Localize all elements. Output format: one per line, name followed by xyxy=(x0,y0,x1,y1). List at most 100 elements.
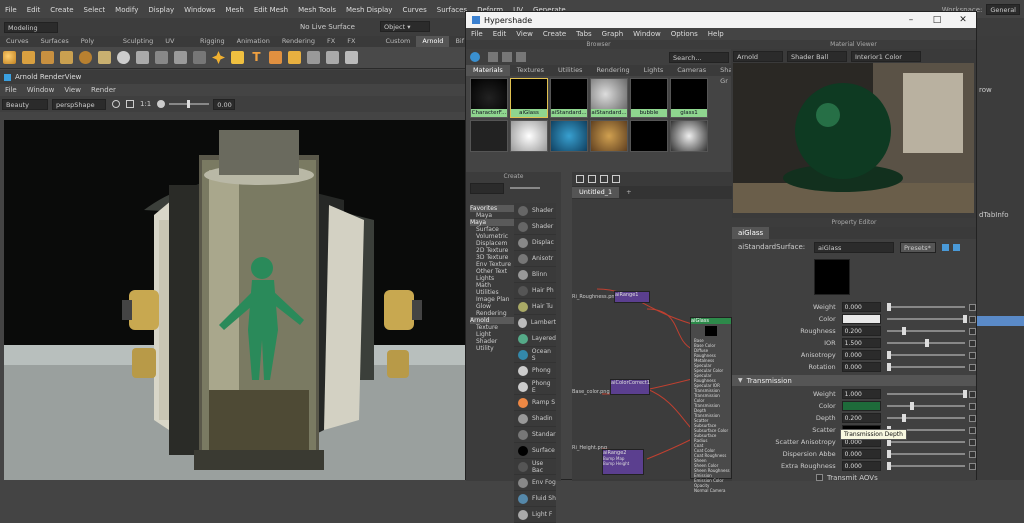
node-port[interactable]: Transmission Depth xyxy=(691,403,731,413)
attr-map-button[interactable] xyxy=(969,414,976,422)
create-tree-item[interactable]: Maya xyxy=(470,212,514,219)
menu-item[interactable]: Mesh Display xyxy=(341,6,397,14)
tab-untitled-1[interactable]: Untitled_1 xyxy=(572,187,620,198)
menu-item[interactable]: Mesh xyxy=(220,6,248,14)
sort-icon[interactable] xyxy=(516,52,526,62)
render-image[interactable] xyxy=(4,120,470,480)
material-swatch[interactable]: glass1 xyxy=(670,78,708,118)
material-swatch[interactable] xyxy=(510,120,548,152)
menu-item[interactable]: Create xyxy=(538,30,571,38)
create-node-item[interactable]: Fluid Sh xyxy=(514,491,556,507)
attr-color-swatch[interactable] xyxy=(841,401,881,411)
create-node-item[interactable]: Shader xyxy=(514,203,556,219)
add-tab-button[interactable]: + xyxy=(619,187,638,198)
attr-map-button[interactable] xyxy=(969,363,976,371)
shader-ball-select[interactable]: Shader Ball xyxy=(787,50,847,62)
node-port[interactable]: Subsurface Radius xyxy=(691,433,731,443)
cube-icon[interactable] xyxy=(22,51,35,64)
material-swatch[interactable] xyxy=(550,120,588,152)
renderer-select[interactable]: Arnold xyxy=(733,50,783,62)
attr-slider[interactable] xyxy=(886,402,966,410)
menu-item[interactable]: Edit xyxy=(488,30,512,38)
sphere-icon[interactable] xyxy=(3,51,16,64)
material-swatch[interactable]: aiGlass xyxy=(510,78,548,118)
menu-item[interactable]: Edit xyxy=(22,6,46,14)
attr-value-field[interactable]: 1.500 xyxy=(841,338,881,348)
maximize-icon[interactable]: □ xyxy=(924,15,950,25)
create-tree-item[interactable]: Env Texture xyxy=(470,261,514,268)
attr-map-button[interactable] xyxy=(969,438,976,446)
menu-item[interactable]: Mesh Tools xyxy=(293,6,341,14)
slider-handle[interactable] xyxy=(886,363,891,371)
shelf-tab[interactable]: UV Editing xyxy=(159,36,194,56)
graph-node-range1[interactable]: aiRange1 xyxy=(614,291,650,303)
create-node-item[interactable]: Blinn xyxy=(514,267,556,283)
icon-size-slider[interactable] xyxy=(510,187,540,189)
attr-map-button[interactable] xyxy=(969,402,976,410)
create-node-item[interactable]: Shader xyxy=(514,219,556,235)
soccer-ball-icon[interactable] xyxy=(193,51,206,64)
create-node-item[interactable]: Phong xyxy=(514,363,556,379)
plane-icon[interactable] xyxy=(98,51,111,64)
shelf-tab[interactable]: Poly Modeling xyxy=(75,36,117,56)
slider-handle[interactable] xyxy=(886,303,891,311)
material-swatch[interactable] xyxy=(590,120,628,152)
browser-tab[interactable]: Lights xyxy=(637,65,671,76)
shelf-tab[interactable]: Custom xyxy=(379,36,416,47)
render-icon[interactable] xyxy=(112,100,120,108)
browser-search[interactable]: Search... xyxy=(669,51,729,63)
attr-slider[interactable] xyxy=(886,327,966,335)
attr-slider[interactable] xyxy=(886,303,966,311)
attr-value-field[interactable]: 0.000 xyxy=(841,350,881,360)
browser-tab[interactable]: Materials xyxy=(466,65,510,76)
create-tree-item[interactable]: Maya xyxy=(470,219,514,226)
close-icon[interactable]: ✕ xyxy=(950,15,976,25)
menu-item[interactable]: Display xyxy=(143,6,179,14)
slider-handle[interactable] xyxy=(886,351,891,359)
combine-icon[interactable] xyxy=(345,51,358,64)
slider-handle[interactable] xyxy=(924,339,929,347)
menu-item[interactable]: Tabs xyxy=(571,30,597,38)
menu-item[interactable]: Graph xyxy=(597,30,628,38)
create-tree-item[interactable]: Other Text xyxy=(470,268,514,275)
browser-tab[interactable]: Textures xyxy=(510,65,551,76)
attr-value-field[interactable]: 0.000 xyxy=(841,362,881,372)
shelf-tab[interactable]: Surfaces xyxy=(35,36,75,47)
slider-handle[interactable] xyxy=(962,390,967,398)
shelf-tab[interactable]: Curves xyxy=(0,36,35,47)
attr-map-button[interactable] xyxy=(969,450,976,458)
lighting-select[interactable]: Interior1 Color xyxy=(851,50,921,62)
attr-map-button[interactable] xyxy=(969,351,976,359)
tab-aiglass[interactable]: aiGlass xyxy=(732,227,770,239)
graph-tool-icon[interactable] xyxy=(576,175,584,183)
attr-value-field[interactable]: 0.200 xyxy=(841,326,881,336)
region-icon[interactable] xyxy=(126,100,134,108)
shelf-tab[interactable]: FX xyxy=(321,36,341,47)
attr-slider[interactable] xyxy=(886,414,966,422)
graph-node-bump[interactable]: aiRange2 Bump Map Bump Height xyxy=(602,449,644,475)
browser-tab[interactable]: Utilities xyxy=(551,65,589,76)
camera-select[interactable]: perspShape xyxy=(52,98,106,110)
material-preview[interactable] xyxy=(733,63,974,213)
create-tree-item[interactable]: Utilities xyxy=(470,289,514,296)
shelf-tab[interactable]: Rigging xyxy=(194,36,231,47)
attr-map-button[interactable] xyxy=(969,462,976,470)
node-port[interactable]: Normal Camera xyxy=(691,488,731,493)
text-tool-icon[interactable]: T xyxy=(250,51,263,64)
exposure-field[interactable]: 0.00 xyxy=(213,98,236,110)
create-tree-item[interactable]: 3D Texture xyxy=(470,254,514,261)
menu-item[interactable]: View xyxy=(59,86,86,94)
menu-item[interactable]: Curves xyxy=(397,6,431,14)
menu-item[interactable]: File xyxy=(0,86,22,94)
node-port[interactable]: Transmission Scatter xyxy=(691,413,731,423)
cone-icon[interactable] xyxy=(60,51,73,64)
create-node-item[interactable]: Anisotr xyxy=(514,251,556,267)
create-node-item[interactable]: Layered xyxy=(514,331,556,347)
mode-select[interactable]: Modeling xyxy=(4,21,58,33)
attr-map-button[interactable] xyxy=(969,390,976,398)
create-node-item[interactable]: Hair Ph xyxy=(514,283,556,299)
attr-map-button[interactable] xyxy=(969,426,976,434)
transmission-section[interactable]: ▼ Transmission xyxy=(732,375,976,386)
browser-tab[interactable]: Cameras xyxy=(670,65,713,76)
create-node-item[interactable]: Lambert xyxy=(514,315,556,331)
